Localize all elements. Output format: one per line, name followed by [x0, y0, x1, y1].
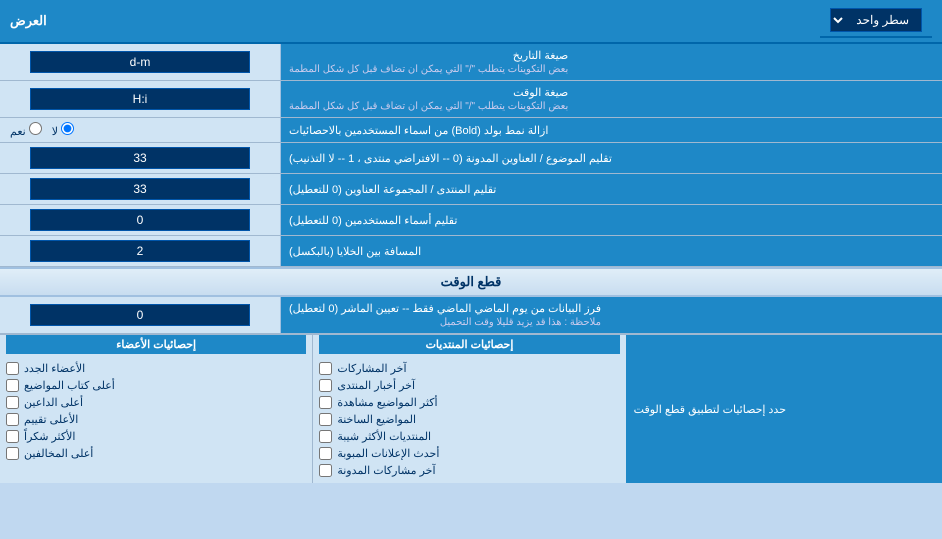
checkbox-item-classified-ads: أحدث الإعلانات المبوبة — [319, 447, 619, 460]
topics-titles-input-cell — [0, 143, 280, 173]
bold-remove-radio-cell: لا نعم — [0, 118, 280, 142]
checkbox-top-rated[interactable] — [6, 413, 19, 426]
checkbox-item-top-rated: الأعلى تقييم — [6, 413, 306, 426]
checkbox-most-thankful[interactable] — [6, 430, 19, 443]
bold-remove-row: ازالة نمط بولد (Bold) من اسماء المستخدمي… — [0, 118, 942, 143]
checkbox-item-most-viewed: أكثر المواضيع مشاهدة — [319, 396, 619, 409]
time-format-input[interactable] — [30, 88, 250, 110]
checkbox-top-violators[interactable] — [6, 447, 19, 460]
checkbox-popular-forums[interactable] — [319, 430, 332, 443]
cell-spacing-input-cell — [0, 236, 280, 266]
bold-yes-label: نعم — [10, 122, 42, 138]
topics-titles-label: تقليم الموضوع / العناوين المدونة (0 -- ا… — [280, 143, 942, 173]
usernames-label: تقليم أسماء المستخدمين (0 للتعطيل) — [280, 205, 942, 235]
cell-spacing-row: المسافة بين الخلايا (بالبكسل) — [0, 236, 942, 267]
time-cut-label: فرز البيانات من يوم الماضي الماضي فقط --… — [280, 297, 942, 333]
time-cut-header: قطع الوقت — [0, 267, 942, 297]
topics-titles-row: تقليم الموضوع / العناوين المدونة (0 -- ا… — [0, 143, 942, 174]
date-format-input-cell — [0, 44, 280, 80]
checkbox-most-viewed[interactable] — [319, 396, 332, 409]
checkbox-item-shares: آخر المشاركات — [319, 362, 619, 375]
checkbox-item-most-thankful: الأكثر شكراً — [6, 430, 306, 443]
checkbox-item-hot-topics: المواضيع الساخنة — [319, 413, 619, 426]
checkbox-item-top-inviters: أعلى الداعين — [6, 396, 306, 409]
bold-yes-radio[interactable] — [29, 122, 42, 135]
member-stats-col: إحصائيات الأعضاء الأعضاء الجدد أعلى كتاب… — [0, 335, 312, 483]
checkbox-section: حدد إحصائيات لتطبيق قطع الوقت إحصائيات ا… — [0, 334, 942, 483]
usernames-input[interactable] — [30, 209, 250, 231]
checkbox-forum-news[interactable] — [319, 379, 332, 392]
time-format-label: صيغة الوقت بعض التكوينات يتطلب "/" التي … — [280, 81, 942, 117]
bold-remove-label: ازالة نمط بولد (Bold) من اسماء المستخدمي… — [280, 118, 942, 142]
time-cut-row: فرز البيانات من يوم الماضي الماضي فقط --… — [0, 297, 942, 334]
forum-topics-row: تقليم المنتدى / المجموعة العناوين (0 للت… — [0, 174, 942, 205]
checkbox-item-top-posters: أعلى كتاب المواضيع — [6, 379, 306, 392]
cell-spacing-label: المسافة بين الخلايا (بالبكسل) — [280, 236, 942, 266]
page-title: العرض — [10, 13, 47, 29]
usernames-row: تقليم أسماء المستخدمين (0 للتعطيل) — [0, 205, 942, 236]
time-cut-input[interactable] — [30, 304, 250, 326]
member-stats-header: إحصائيات الأعضاء — [6, 335, 306, 354]
forum-topics-input[interactable] — [30, 178, 250, 200]
topics-titles-input[interactable] — [30, 147, 250, 169]
checkbox-top-inviters[interactable] — [6, 396, 19, 409]
checkbox-classified-ads[interactable] — [319, 447, 332, 460]
display-select[interactable]: سطر واحد سطرين ثلاثة أسطر — [830, 8, 922, 32]
date-format-input[interactable] — [30, 51, 250, 73]
bold-no-label: لا — [52, 122, 74, 138]
date-format-row: صيغة التاريخ بعض التكوينات يتطلب "/" الت… — [0, 44, 942, 81]
time-format-input-cell — [0, 81, 280, 117]
checkbox-top-posters[interactable] — [6, 379, 19, 392]
main-header: سطر واحد سطرين ثلاثة أسطر العرض — [0, 0, 942, 44]
checkbox-shares[interactable] — [319, 362, 332, 375]
date-format-label: صيغة التاريخ بعض التكوينات يتطلب "/" الت… — [280, 44, 942, 80]
checkbox-item-blog-posts: آخر مشاركات المدونة — [319, 464, 619, 477]
main-container: سطر واحد سطرين ثلاثة أسطر العرض صيغة الت… — [0, 0, 942, 483]
checkbox-hot-topics[interactable] — [319, 413, 332, 426]
usernames-input-cell — [0, 205, 280, 235]
bold-no-radio[interactable] — [61, 122, 74, 135]
checkbox-item-popular-forums: المنتديات الأكثر شيبة — [319, 430, 619, 443]
stats-limit-label: حدد إحصائيات لتطبيق قطع الوقت — [626, 335, 942, 483]
time-cut-input-cell — [0, 297, 280, 333]
cell-spacing-input[interactable] — [30, 240, 250, 262]
checkbox-item-top-violators: أعلى المخالفين — [6, 447, 306, 460]
time-format-row: صيغة الوقت بعض التكوينات يتطلب "/" التي … — [0, 81, 942, 118]
select-wrap: سطر واحد سطرين ثلاثة أسطر — [820, 4, 932, 38]
checkbox-item-new-members: الأعضاء الجدد — [6, 362, 306, 375]
forum-topics-input-cell — [0, 174, 280, 204]
forum-stats-col: إحصائيات المنتديات آخر المشاركات آخر أخب… — [312, 335, 625, 483]
checkbox-item-forum-news: آخر أخبار المنتدى — [319, 379, 619, 392]
checkbox-new-members[interactable] — [6, 362, 19, 375]
forum-topics-label: تقليم المنتدى / المجموعة العناوين (0 للت… — [280, 174, 942, 204]
forum-stats-header: إحصائيات المنتديات — [319, 335, 619, 354]
checkbox-blog-posts[interactable] — [319, 464, 332, 477]
